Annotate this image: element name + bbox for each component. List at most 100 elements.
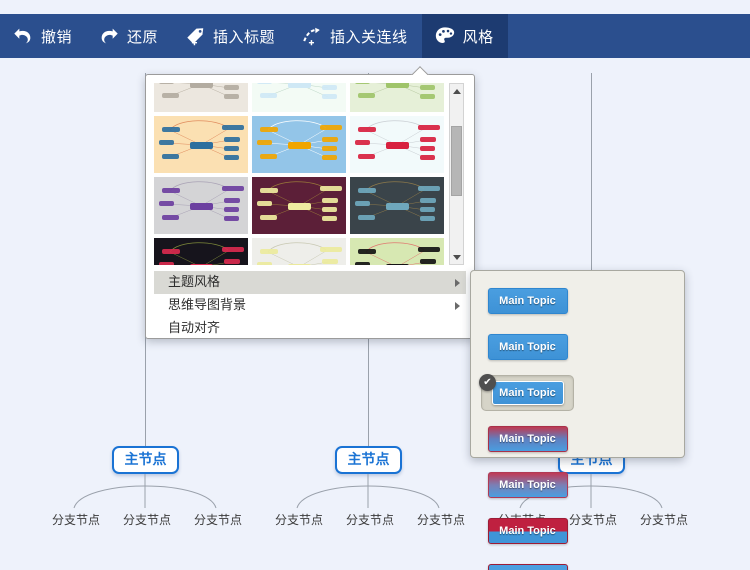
theme-thumbnail-node <box>222 125 244 130</box>
theme-thumbnail-node <box>222 247 244 252</box>
theme-thumbnail-node <box>224 85 239 90</box>
theme-thumbnail-node <box>322 137 338 142</box>
main-topic-style-option[interactable]: Main Topic <box>481 329 574 365</box>
checkmark-icon: ✔ <box>479 374 496 391</box>
theme-thumbnail-center-node <box>288 142 311 149</box>
theme-thumbnail-node <box>355 262 370 265</box>
main-topic-style-option[interactable]: Main Topic <box>481 467 574 503</box>
main-topic-style-option[interactable]: Main Topic <box>481 283 574 319</box>
theme-thumbnail-list[interactable] <box>154 83 446 265</box>
branch-node[interactable]: 分支节点 <box>116 511 178 528</box>
theme-thumbnail-node <box>358 215 375 220</box>
toolbar-item-redo[interactable]: 还原 <box>86 14 172 58</box>
branch-node[interactable]: 分支节点 <box>45 511 107 528</box>
branch-node[interactable]: 分支节点 <box>339 511 401 528</box>
main-toolbar: 撤销 还原 插入标题 插入关连线 风格 <box>0 14 750 58</box>
toolbar-item-undo[interactable]: 撤销 <box>0 14 86 58</box>
theme-thumbnail-node <box>418 247 440 252</box>
theme-thumbnail-node <box>162 127 180 132</box>
theme-thumbnail-node <box>420 259 436 264</box>
branch-node[interactable]: 分支节点 <box>268 511 330 528</box>
main-topic-style-picker: Main Topic Main Topic ✔ Main Topic Main Topi… <box>470 270 685 570</box>
theme-thumbnail-node <box>224 259 240 264</box>
theme-thumbnail[interactable] <box>350 116 444 173</box>
main-topic-style-preview: Main Topic <box>487 334 568 360</box>
style-menu-item-1[interactable]: 思维导图背景 <box>154 294 466 317</box>
theme-thumbnail-center-node <box>190 203 213 210</box>
style-menu-item-0[interactable]: 主题风格 <box>154 271 466 294</box>
theme-thumbnail-node <box>224 94 239 99</box>
theme-thumbnail[interactable] <box>252 177 346 234</box>
toolbar-item-insert-relation-line[interactable]: 插入关连线 <box>289 14 422 58</box>
theme-thumbnail-node <box>420 155 435 160</box>
main-node[interactable]: 主节点 <box>112 446 179 474</box>
toolbar-item-style[interactable]: 风格 <box>421 14 508 58</box>
main-topic-style-option[interactable]: ✔ Main Topic <box>479 374 574 411</box>
main-node[interactable]: 主节点 <box>335 446 402 474</box>
theme-thumbnail-node <box>420 85 435 90</box>
branch-node[interactable]: 分支节点 <box>410 511 472 528</box>
theme-thumbnail-center-node <box>386 203 409 210</box>
theme-thumbnail-node <box>224 155 239 160</box>
theme-thumbnail-node <box>162 188 180 193</box>
main-topic-style-preview: Main Topic <box>491 381 564 405</box>
theme-thumbnail-center-node <box>386 83 409 88</box>
theme-thumbnail-node <box>224 146 239 151</box>
main-topic-style-option[interactable]: Main Topic <box>481 513 574 549</box>
scrollbar-thumb[interactable] <box>451 126 462 196</box>
theme-thumbnail-node <box>322 85 337 90</box>
toolbar-item-insert-relation-line-label: 插入关连线 <box>330 28 408 46</box>
theme-thumbnail-node <box>355 83 370 84</box>
theme-thumbnail[interactable] <box>350 238 444 265</box>
theme-thumbnail-node <box>420 137 436 142</box>
main-topic-style-preview: Main Topic <box>487 564 568 570</box>
main-topic-style-option[interactable]: Main Topic <box>481 559 574 570</box>
theme-thumbnail-node <box>320 186 342 191</box>
theme-thumbnail[interactable] <box>252 116 346 173</box>
theme-thumbnail-node <box>358 249 376 254</box>
theme-thumbnail[interactable] <box>350 177 444 234</box>
theme-thumbnail[interactable] <box>252 83 346 112</box>
theme-thumbnail[interactable] <box>154 177 248 234</box>
theme-thumbnail[interactable] <box>154 83 248 112</box>
theme-thumbnail-node <box>224 207 239 212</box>
theme-thumbnail-node <box>320 125 342 130</box>
theme-thumbnail-node <box>257 262 272 265</box>
tag-plus-icon <box>184 25 206 47</box>
theme-thumbnail-node <box>322 155 337 160</box>
theme-thumbnail-node <box>420 94 435 99</box>
theme-thumbnail-node <box>260 249 278 254</box>
toolbar-item-insert-title[interactable]: 插入标题 <box>172 14 289 58</box>
theme-thumbnail-node <box>162 93 179 98</box>
toolbar-item-undo-label: 撤销 <box>41 28 73 46</box>
theme-thumbnail-node <box>224 216 239 221</box>
style-dropdown-menu: 主题风格 思维导图背景 自动对齐 <box>154 271 466 336</box>
theme-thumbnail-node <box>322 198 338 203</box>
theme-thumbnail-node <box>322 216 337 221</box>
theme-thumbnail-node <box>224 137 240 142</box>
theme-thumbnail-node <box>320 247 342 252</box>
style-menu-item-2[interactable]: 自动对齐 <box>154 317 466 340</box>
theme-thumbnail-center-node <box>190 142 213 149</box>
main-topic-style-option[interactable]: Main Topic <box>481 421 574 457</box>
toolbar-item-redo-label: 还原 <box>127 28 159 46</box>
branch-node[interactable]: 分支节点 <box>187 511 249 528</box>
theme-thumbnail[interactable] <box>154 116 248 173</box>
theme-thumbnail[interactable] <box>252 238 346 265</box>
submenu-arrow-icon <box>455 302 460 310</box>
theme-thumbnail[interactable] <box>350 83 444 112</box>
main-topic-style-preview: Main Topic <box>487 426 568 452</box>
scroll-down-arrow-icon[interactable] <box>450 250 463 264</box>
theme-thumbnail-node <box>260 127 278 132</box>
main-topic-style-preview: Main Topic <box>487 518 568 544</box>
theme-thumbnail-node <box>257 83 272 84</box>
dropdown-pointer <box>411 66 429 75</box>
theme-thumbnail-center-node <box>288 203 311 210</box>
theme-thumbnail-node <box>355 201 370 206</box>
theme-list-scrollbar[interactable] <box>449 83 464 265</box>
theme-thumbnail[interactable] <box>154 238 248 265</box>
theme-thumbnail-node <box>159 83 174 84</box>
style-dropdown-panel: 主题风格 思维导图背景 自动对齐 <box>145 74 475 339</box>
scroll-up-arrow-icon[interactable] <box>450 84 463 98</box>
theme-thumbnail-node <box>420 216 435 221</box>
